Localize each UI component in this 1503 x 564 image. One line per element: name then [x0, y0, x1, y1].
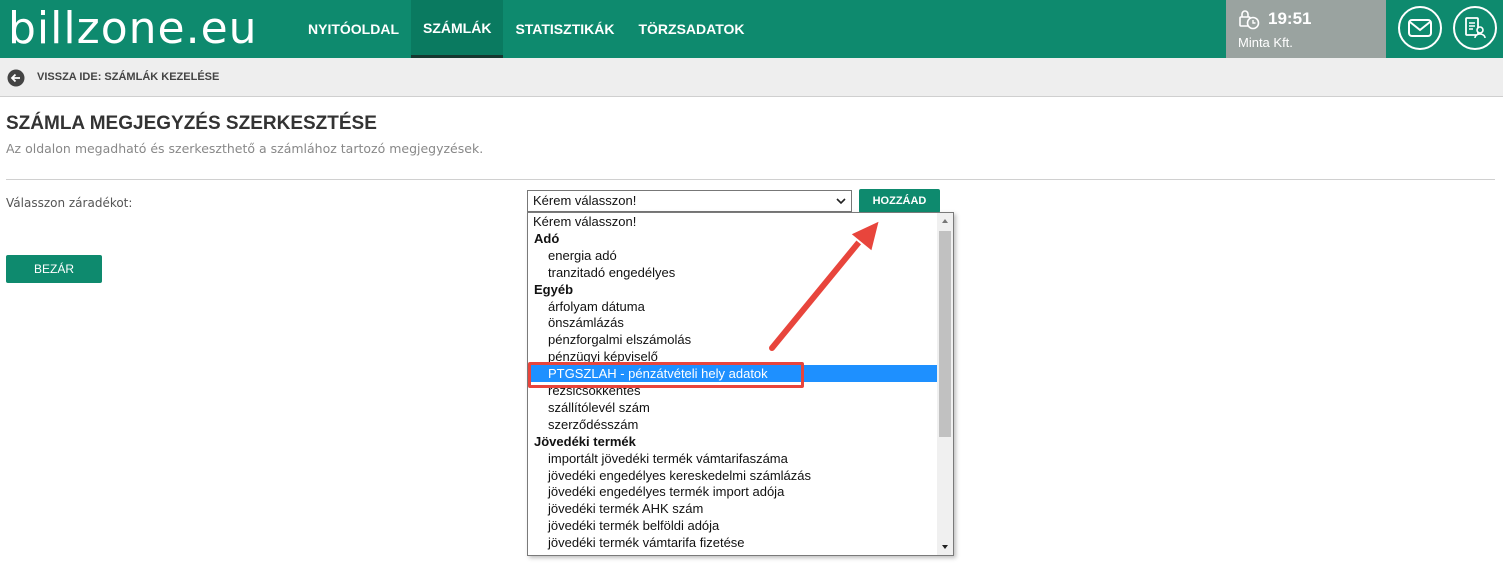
close-button[interactable]: BEZÁR — [6, 255, 102, 283]
dropdown-option[interactable]: jövedéki engedélyes kereskedelmi számláz… — [528, 467, 937, 484]
arrow-left-circle-icon[interactable] — [7, 69, 25, 87]
dropdown-option[interactable]: szerződésszám — [528, 416, 937, 433]
dropdown-option[interactable]: jövedéki engedélyes termék import adója — [528, 483, 937, 500]
company-name: Minta Kft. — [1238, 35, 1293, 50]
option-group-label: Jövedéki termék — [534, 433, 636, 449]
nav-szamlak[interactable]: SZÁMLÁK — [411, 0, 504, 58]
document-user-icon — [1465, 17, 1486, 39]
nav-nyitooldal[interactable]: NYITÓOLDAL — [296, 0, 411, 58]
top-navigation-bar: billzone.eu NYITÓOLDAL SZÁMLÁK STATISZTI… — [0, 0, 1503, 58]
billzone-logo[interactable]: billzone.eu — [8, 4, 258, 54]
dropdown-option[interactable]: importált jövedéki termék vámtarifaszáma — [528, 450, 937, 467]
dropdown-option[interactable]: jövedéki termék vámtarifa fizetése — [528, 534, 937, 551]
dropdown-option[interactable]: jövedéki termék belföldi adója — [528, 517, 937, 534]
dropdown-option[interactable]: szállítólevél szám — [528, 399, 937, 416]
scrollbar-thumb[interactable] — [939, 231, 951, 437]
divider — [6, 179, 1495, 180]
nav-statisztikak[interactable]: STATISZTIKÁK — [503, 0, 626, 58]
clause-select[interactable]: Kérem válasszon! — [527, 190, 852, 212]
clause-select-value: Kérem válasszon! — [533, 193, 637, 208]
red-arrow-annotation — [767, 218, 882, 353]
page-description: Az oldalon megadható és szerkeszthető a … — [6, 141, 484, 156]
scroll-down-arrow-icon[interactable] — [937, 539, 953, 555]
lock-clock-icon — [1239, 10, 1260, 30]
session-time: 19:51 — [1268, 9, 1312, 28]
envelope-icon — [1408, 19, 1432, 37]
highlight-annotation — [528, 362, 804, 388]
session-info[interactable]: 19:51 Minta Kft. — [1226, 0, 1386, 58]
clause-label: Válasszon záradékot: — [6, 196, 133, 210]
nav-torzsadatok[interactable]: TÖRZSADATOK — [626, 0, 756, 58]
dropdown-option[interactable]: jövedéki termék AHK szám — [528, 500, 937, 517]
messages-button[interactable] — [1398, 6, 1442, 50]
page-title: SZÁMLA MEGJEGYZÉS SZERKESZTÉSE — [6, 113, 377, 134]
chevron-down-icon — [836, 198, 846, 205]
scroll-up-arrow-icon[interactable] — [937, 213, 953, 229]
dropdown-scrollbar[interactable] — [937, 213, 953, 555]
documents-button[interactable] — [1453, 6, 1497, 50]
main-nav: NYITÓOLDAL SZÁMLÁK STATISZTIKÁK TÖRZSADA… — [296, 0, 757, 58]
back-link[interactable]: VISSZA IDE: SZÁMLÁK KEZELÉSE — [37, 71, 219, 83]
back-bar[interactable]: VISSZA IDE: SZÁMLÁK KEZELÉSE — [0, 58, 1503, 97]
